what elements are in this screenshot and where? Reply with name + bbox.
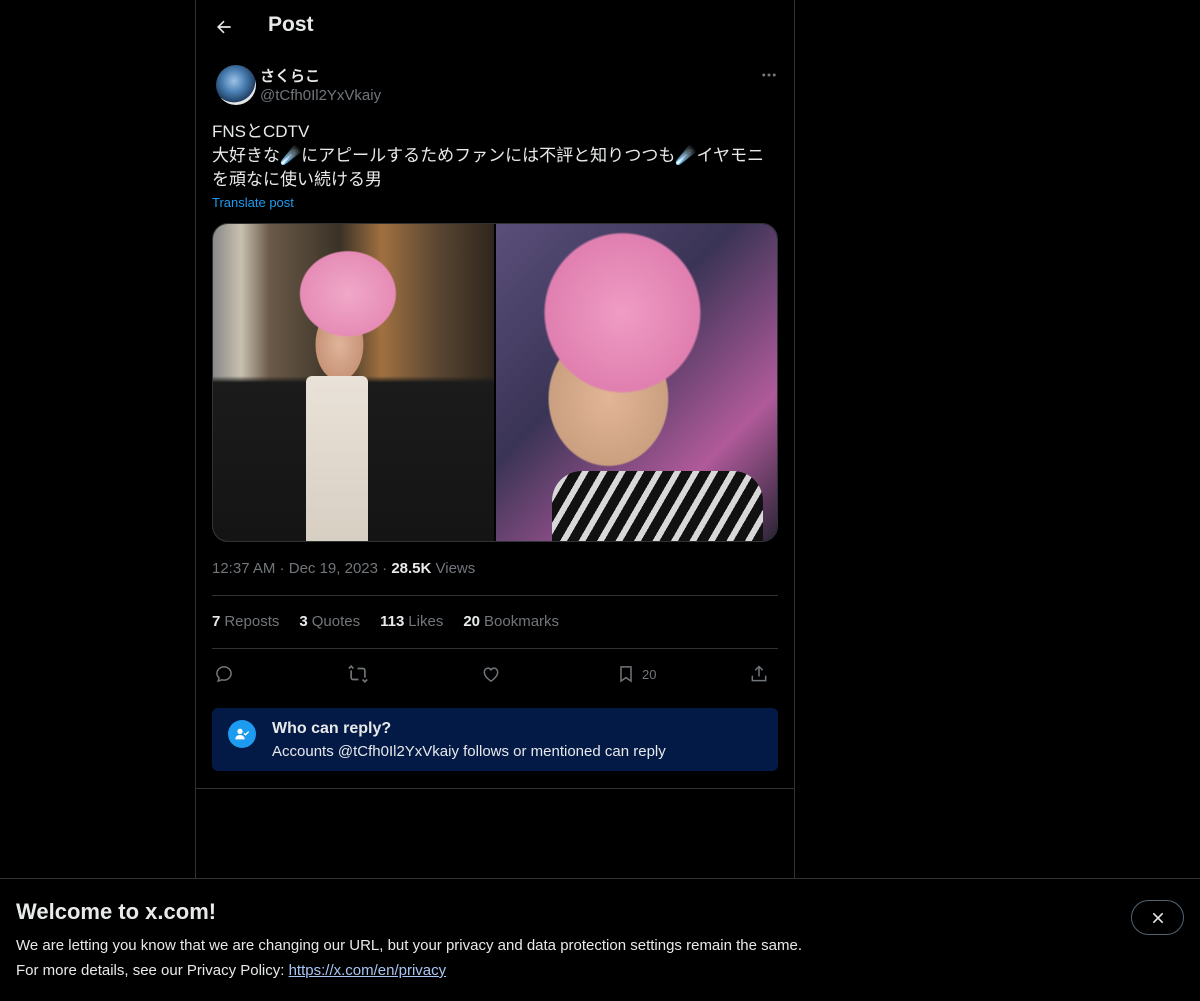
engagement-stats: 7 Reposts 3 Quotes 113 Likes 20 Bookmarks (212, 613, 559, 630)
post-date[interactable]: Dec 19, 2023 (289, 560, 378, 577)
divider (212, 595, 778, 596)
divider (196, 788, 794, 789)
heart-icon (481, 664, 501, 684)
stat-bookmarks[interactable]: 20 Bookmarks (463, 613, 559, 630)
post-meta: 12:37 AM · Dec 19, 2023 · 28.5K Views (212, 560, 475, 577)
banner-message: We are letting you know that we are chan… (16, 937, 802, 954)
action-bar: 20 (212, 660, 778, 688)
repost-button[interactable] (347, 660, 369, 688)
reply-button[interactable] (214, 660, 234, 688)
close-banner-button[interactable] (1131, 900, 1184, 935)
post-time[interactable]: 12:37 AM (212, 560, 275, 577)
banner-title: Welcome to x.com! (16, 899, 217, 924)
back-button[interactable] (206, 9, 242, 45)
divider (212, 648, 778, 649)
reply-notice-title: Who can reply? (272, 720, 392, 737)
more-dots-icon (760, 66, 778, 84)
post-image-1[interactable] (213, 224, 494, 541)
reply-icon (214, 664, 234, 684)
post-image-2[interactable] (496, 224, 777, 541)
like-button[interactable] (481, 660, 501, 688)
welcome-banner: Welcome to x.com! We are letting you kno… (0, 878, 1200, 1001)
repost-icon (347, 663, 369, 685)
main-column: Post さくらこ @tCfh0Il2YxVkaiy FNSとCDTV 大好きな… (195, 0, 795, 878)
stat-quotes[interactable]: 3 Quotes (299, 613, 360, 630)
who-can-reply-notice: Who can reply? Accounts @tCfh0Il2YxVkaiy… (212, 708, 778, 771)
avatar[interactable] (216, 65, 256, 105)
bookmark-icon (616, 664, 636, 684)
privacy-policy-link[interactable]: https://x.com/en/privacy (289, 962, 447, 979)
translate-post-link[interactable]: Translate post (212, 195, 294, 210)
media-grid (212, 223, 778, 542)
bookmark-count: 20 (642, 666, 657, 682)
post-header: Post (196, 0, 794, 54)
reply-notice-subtitle: Accounts @tCfh0Il2YxVkaiy follows or men… (272, 743, 666, 760)
post-text: FNSとCDTV 大好きな☄️にアピールするためファンには不評と知りつつも☄️イ… (212, 122, 764, 189)
user-check-icon (228, 720, 256, 748)
author-display-name[interactable]: さくらこ (260, 65, 320, 86)
stat-reposts[interactable]: 7 Reposts (212, 613, 279, 630)
close-icon (1150, 910, 1166, 926)
author-handle[interactable]: @tCfh0Il2YxVkaiy (260, 87, 381, 104)
arrow-left-icon (214, 17, 234, 37)
banner-details: For more details, see our Privacy Policy… (16, 962, 446, 979)
meta-separator: · (382, 560, 388, 577)
banner-details-text: For more details, see our Privacy Policy… (16, 962, 289, 979)
share-button[interactable] (749, 660, 769, 688)
stat-likes[interactable]: 113 Likes (380, 613, 443, 630)
more-options-button[interactable] (756, 62, 782, 88)
views-label: Views (435, 560, 476, 577)
page-title: Post (268, 13, 314, 36)
views-count: 28.5K (391, 560, 432, 577)
share-icon (749, 664, 769, 684)
meta-separator: · (279, 560, 285, 577)
bookmark-button[interactable]: 20 (616, 660, 656, 688)
